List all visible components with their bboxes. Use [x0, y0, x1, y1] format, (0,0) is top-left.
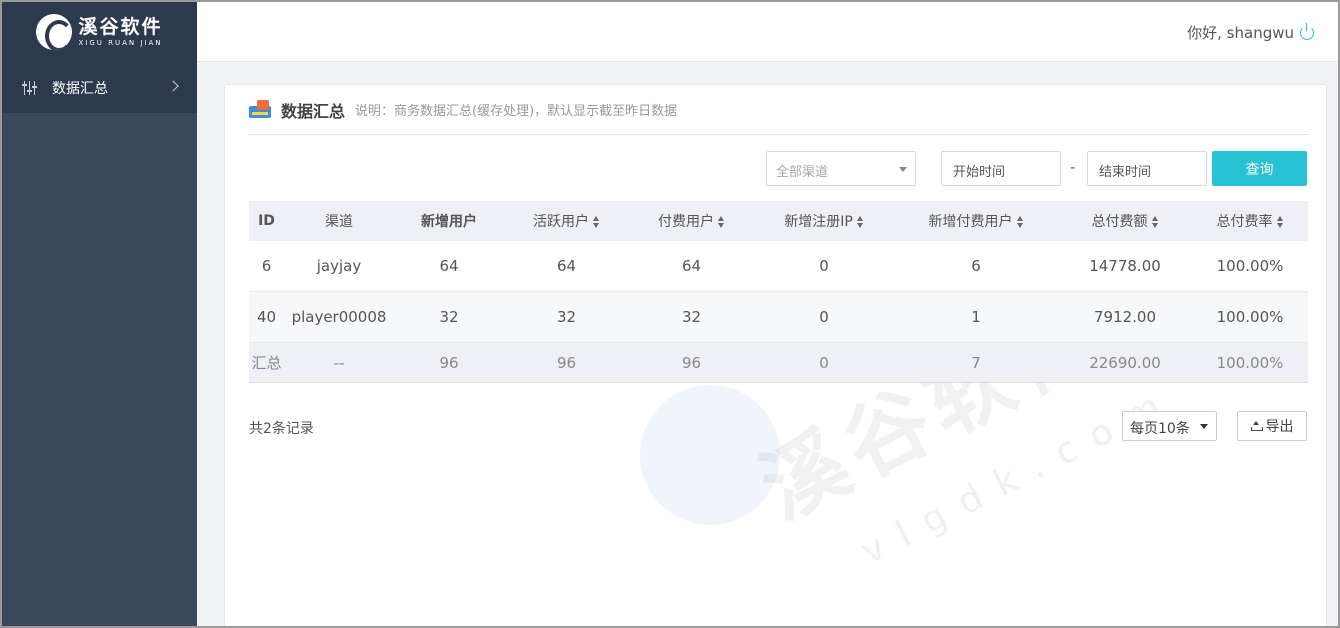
- column-header-payment-rate[interactable]: 总付费率: [1192, 211, 1308, 231]
- cell-paying-users: 64: [681, 257, 702, 275]
- summary-total-payment: 22690.00: [1089, 353, 1161, 372]
- watermark-sub: vlgdk.com: [854, 378, 1184, 573]
- cell-new-users: 64: [439, 257, 459, 275]
- summary-payment-rate: 100.00%: [1216, 353, 1284, 372]
- chevron-right-icon: [167, 80, 179, 92]
- brand-name-cn: 溪谷软件: [78, 16, 163, 38]
- table-header-row: ID 渠道 新增用户 活跃用户 付费用户 新增注册IP 新增付费用户 总付费额 …: [249, 201, 1308, 241]
- table-row: 40 player00008 32 32 32 0 1 7912.00 100.…: [249, 292, 1308, 343]
- sort-icon: [856, 216, 864, 228]
- table-row: 6 jayjay 64 64 64 0 6 14778.00 100.00%: [249, 241, 1308, 292]
- column-header-new-ip[interactable]: 新增注册IP: [754, 211, 894, 231]
- cell-new-users: 32: [439, 308, 459, 326]
- end-date-input[interactable]: 结束时间: [1087, 151, 1207, 186]
- sort-icon: [1276, 216, 1284, 228]
- brand-name-en: XIGU RUAN JIAN: [78, 39, 163, 47]
- cell-new-ip: 0: [819, 308, 829, 326]
- app-window: 溪谷软件 XIGU RUAN JIAN 数据汇总 你好, shangwu 溪谷软…: [0, 0, 1340, 628]
- cell-id: 40: [256, 308, 277, 326]
- start-date-input[interactable]: 开始时间: [941, 151, 1061, 186]
- cell-active-users: 32: [556, 308, 577, 326]
- record-count: 共2条记录: [249, 421, 314, 437]
- sidebar-item-data-summary[interactable]: 数据汇总: [2, 62, 197, 113]
- query-button[interactable]: 查询: [1212, 151, 1307, 186]
- column-header-active-users[interactable]: 活跃用户: [504, 211, 629, 231]
- logo-text: 溪谷软件 XIGU RUAN JIAN: [78, 16, 162, 48]
- cell-payment-rate: 100.00%: [1216, 257, 1284, 275]
- summary-label: 汇总: [251, 354, 282, 372]
- logo-icon: [36, 14, 73, 50]
- upload-icon: [1250, 421, 1263, 431]
- column-header-id[interactable]: ID: [249, 213, 284, 229]
- cell-channel: player00008: [291, 308, 387, 326]
- data-table: ID 渠道 新增用户 活跃用户 付费用户 新增注册IP 新增付费用户 总付费额 …: [249, 201, 1308, 383]
- sort-icon: [1151, 216, 1159, 228]
- summary-new-paying-users: 7: [971, 353, 981, 372]
- cell-channel: jayjay: [316, 257, 362, 275]
- cell-new-ip: 0: [819, 257, 829, 275]
- cell-active-users: 64: [556, 257, 577, 275]
- summary-new-users: 96: [439, 353, 459, 372]
- greeting-text: 你好, shangwu: [1187, 24, 1294, 42]
- cell-total-payment: 14778.00: [1089, 257, 1161, 275]
- column-header-channel[interactable]: 渠道: [284, 211, 394, 231]
- cell-paying-users: 32: [681, 308, 702, 326]
- column-header-new-users[interactable]: 新增用户: [394, 211, 504, 231]
- channel-select-value: 全部渠道: [776, 165, 829, 180]
- brand-logo[interactable]: 溪谷软件 XIGU RUAN JIAN: [2, 2, 197, 62]
- page-description: 说明：商务数据汇总(缓存处理)，默认显示截至昨日数据: [355, 104, 678, 119]
- filter-bar: 全部渠道 开始时间 - 结束时间 查询: [225, 150, 1328, 186]
- channel-select[interactable]: 全部渠道: [766, 151, 916, 186]
- sort-icon: [718, 216, 725, 228]
- sidebar: 溪谷软件 XIGU RUAN JIAN 数据汇总: [2, 2, 197, 626]
- user-greeting: 你好, shangwu: [1187, 22, 1314, 43]
- sort-icon: [593, 216, 600, 228]
- cell-new-paying-users: 1: [971, 308, 981, 326]
- column-header-paying-users[interactable]: 付费用户: [629, 211, 754, 231]
- chevron-down-icon: [1200, 424, 1208, 429]
- chevron-down-icon: [899, 167, 907, 172]
- watermark-logo-icon: [640, 385, 780, 525]
- cell-total-payment: 7912.00: [1093, 308, 1157, 326]
- column-header-total-payment[interactable]: 总付费额: [1058, 211, 1192, 231]
- sidebar-item-label: 数据汇总: [52, 80, 108, 97]
- column-header-new-paying-users[interactable]: 新增付费用户: [894, 211, 1058, 231]
- summary-paying-users: 96: [681, 353, 702, 372]
- data-report-icon: [249, 99, 271, 120]
- page-size-value: 每页10条: [1130, 421, 1190, 437]
- sort-icon: [1016, 216, 1024, 228]
- cell-new-paying-users: 6: [971, 257, 981, 275]
- page-size-select[interactable]: 每页10条: [1122, 411, 1217, 441]
- sliders-icon: [22, 80, 38, 95]
- cell-payment-rate: 100.00%: [1216, 308, 1284, 326]
- export-button[interactable]: 导出: [1237, 411, 1307, 441]
- summary-channel: --: [333, 353, 345, 372]
- panel-header: 数据汇总 说明：商务数据汇总(缓存处理)，默认显示截至昨日数据: [249, 85, 1309, 135]
- power-icon[interactable]: [1300, 22, 1314, 40]
- summary-new-ip: 0: [819, 353, 829, 372]
- main-panel: 溪谷软件 vlgdk.com 数据汇总 说明：商务数据汇总(缓存处理)，默认显示…: [224, 84, 1328, 626]
- table-summary-row: 汇总 -- 96 96 96 0 7 22690.00 100.00%: [249, 343, 1308, 383]
- export-label: 导出: [1265, 419, 1294, 435]
- summary-active-users: 96: [556, 353, 577, 372]
- date-separator: -: [1070, 158, 1076, 176]
- page-title: 数据汇总: [281, 101, 346, 121]
- top-bar: 你好, shangwu: [197, 2, 1338, 62]
- cell-id: 6: [261, 257, 272, 275]
